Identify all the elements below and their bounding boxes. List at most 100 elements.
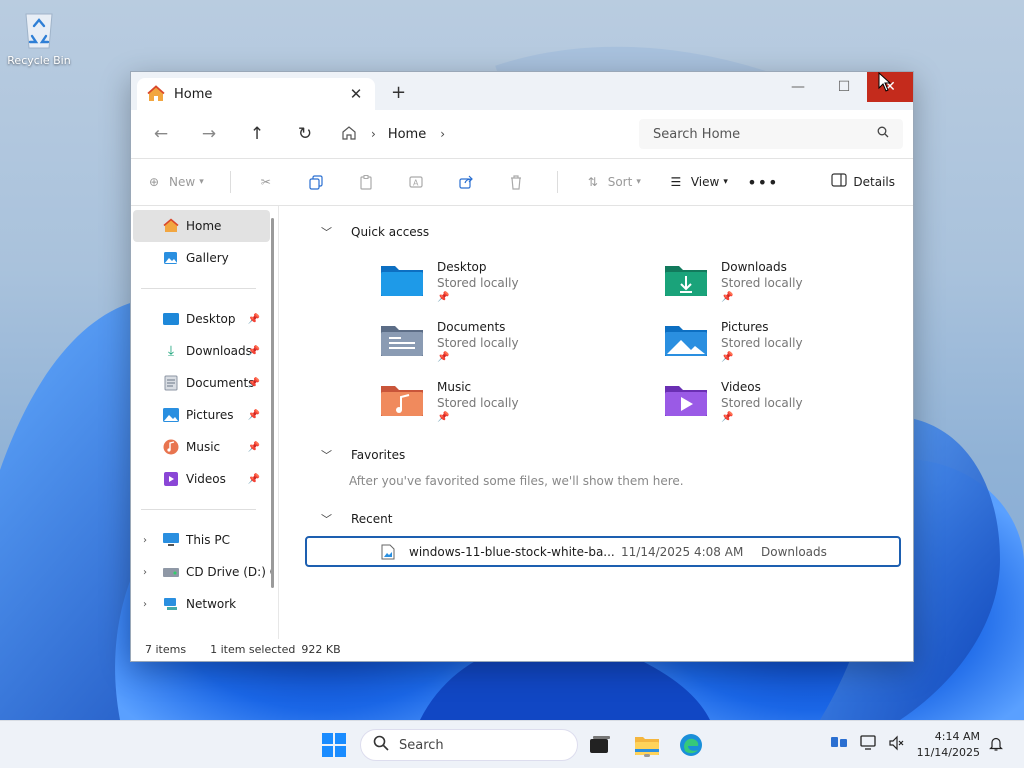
system-clock[interactable]: 4:14 AM 11/14/2025 <box>917 729 980 761</box>
view-button[interactable]: ☰ View ▾ <box>667 173 727 191</box>
sidebar-item-gallery[interactable]: Gallery <box>131 242 278 274</box>
recent-file-row[interactable]: windows-11-blue-stock-white-ba... 11/14/… <box>305 536 901 567</box>
edge-taskbar-button[interactable] <box>677 731 705 759</box>
favorites-header[interactable]: ﹀ Favorites <box>321 447 405 463</box>
sidebar-item-label: Gallery <box>186 251 229 265</box>
details-pane-button[interactable]: Details <box>831 173 895 190</box>
windows-logo-icon <box>322 733 346 757</box>
pictures-folder-icon <box>665 326 707 356</box>
item-status: Stored locally <box>437 336 519 350</box>
recycle-bin-icon <box>20 8 58 50</box>
quick-access-videos[interactable]: Videos Stored locally 📌 <box>663 380 923 432</box>
sidebar-item-this-pc[interactable]: › This PC <box>131 524 278 556</box>
item-count: 7 items <box>145 642 187 656</box>
sidebar-item-pictures[interactable]: Pictures 📌 <box>131 399 278 431</box>
chevron-right-icon[interactable]: › <box>440 127 445 141</box>
forward-button[interactable]: → <box>191 119 227 149</box>
quick-access-desktop[interactable]: Desktop Stored locally 📌 <box>379 260 639 312</box>
running-indicator <box>644 754 650 757</box>
chevron-right-icon[interactable]: › <box>143 535 147 546</box>
sidebar-item-label: Videos <box>186 472 226 486</box>
share-icon <box>457 173 475 191</box>
address-bar[interactable]: › Home › <box>331 119 627 149</box>
image-file-icon <box>381 544 395 559</box>
more-options-button[interactable]: ••• <box>747 173 778 192</box>
sidebar-item-label: Music <box>186 440 221 454</box>
quick-access-downloads[interactable]: Downloads Stored locally 📌 <box>663 260 923 312</box>
sidebar-item-documents[interactable]: Documents 📌 <box>131 367 278 399</box>
pin-icon: 📌 <box>247 441 260 453</box>
tab-home[interactable]: Home ✕ <box>137 78 375 110</box>
view-icon: ☰ <box>670 175 682 189</box>
chevron-right-icon[interactable]: › <box>143 567 147 578</box>
breadcrumb-home[interactable]: Home <box>388 127 426 142</box>
home-icon <box>147 85 165 103</box>
copy-button[interactable] <box>307 173 331 191</box>
sidebar-item-network[interactable]: › Network <box>131 588 278 620</box>
sidebar-item-label: CD Drive (D:) CC <box>186 565 272 579</box>
sidebar-scrollbar[interactable] <box>271 218 274 588</box>
selected-count: 1 item selected <box>210 642 296 656</box>
back-button[interactable]: ← <box>143 119 179 149</box>
item-name: Documents <box>437 320 506 334</box>
download-icon: ⤓ <box>167 343 175 359</box>
sidebar-item-downloads[interactable]: ⤓ Downloads 📌 <box>131 335 278 367</box>
file-date: 11/14/2025 4:08 AM <box>621 544 744 559</box>
rename-icon: A <box>407 173 425 191</box>
close-tab-icon[interactable]: ✕ <box>347 85 365 103</box>
caption-buttons: — ☐ ✕ <box>775 72 913 102</box>
chevron-right-icon: › <box>371 127 376 141</box>
paste-button[interactable] <box>357 173 381 191</box>
sidebar-item-cd-drive[interactable]: › CD Drive (D:) CC <box>131 556 278 588</box>
search-box[interactable]: Search Home <box>639 119 903 149</box>
recent-header[interactable]: ﹀ Recent <box>321 511 392 527</box>
tab-title: Home <box>174 86 213 102</box>
clock-time: 4:14 AM <box>934 730 980 743</box>
notification-bell-icon[interactable] <box>988 736 1004 755</box>
quick-access-documents[interactable]: Documents Stored locally 📌 <box>379 320 639 372</box>
quick-access-music[interactable]: Music Stored locally 📌 <box>379 380 639 432</box>
share-button[interactable] <box>457 173 481 191</box>
quick-access-pictures[interactable]: Pictures Stored locally 📌 <box>663 320 923 372</box>
search-placeholder: Search Home <box>653 126 741 142</box>
item-name: Music <box>437 380 472 394</box>
up-button[interactable]: ↑ <box>239 119 275 149</box>
sidebar-item-label: Home <box>186 219 222 233</box>
clock-date: 11/14/2025 <box>916 746 980 759</box>
rename-button[interactable]: A <box>407 173 431 191</box>
file-explorer-window: Home ✕ + — ☐ ✕ ← → ↑ ↻ › Home › Search H… <box>130 71 914 662</box>
sidebar-item-videos[interactable]: Videos 📌 <box>131 463 278 495</box>
device-icon[interactable] <box>830 735 848 752</box>
sidebar-item-home[interactable]: Home <box>133 210 270 242</box>
maximize-button[interactable]: ☐ <box>821 72 867 102</box>
taskbar-search[interactable]: Search <box>360 729 578 761</box>
explorer-body: Home Gallery Desktop 📌 ⤓ Downloads 📌 Doc… <box>131 206 913 661</box>
file-explorer-taskbar-button[interactable] <box>633 731 661 759</box>
network-status-icon[interactable] <box>860 735 878 754</box>
music-icon <box>163 439 179 455</box>
taskbar: Search 4:14 AM 11/14/2025 <box>0 720 1024 768</box>
status-bar: 7 items 1 item selected 922 KB <box>131 637 913 661</box>
refresh-button[interactable]: ↻ <box>287 119 323 149</box>
task-view-button[interactable] <box>586 731 614 759</box>
quick-access-header[interactable]: ﹀ Quick access <box>321 224 429 240</box>
section-title: Quick access <box>351 225 430 239</box>
delete-button[interactable] <box>507 173 531 191</box>
minimize-button[interactable]: — <box>775 72 821 102</box>
volume-muted-icon[interactable] <box>888 735 904 754</box>
pin-icon: 📌 <box>247 409 260 421</box>
new-button[interactable]: ⊕ New ▾ <box>145 173 204 191</box>
sidebar-item-music[interactable]: Music 📌 <box>131 431 278 463</box>
sidebar-item-desktop[interactable]: Desktop 📌 <box>131 303 278 335</box>
desktop-icon-recycle-bin[interactable]: Recycle Bin <box>6 8 72 67</box>
cut-button[interactable]: ✂ <box>257 173 281 191</box>
chevron-right-icon[interactable]: › <box>143 599 147 610</box>
pin-icon: 📌 <box>437 352 450 363</box>
start-button[interactable] <box>322 733 346 757</box>
new-tab-button[interactable]: + <box>391 82 406 103</box>
command-bar: ⊕ New ▾ ✂ A ⇅ Sort ▾ ☰ View ▾ ••• Detail… <box>131 159 913 206</box>
sort-button[interactable]: ⇅ Sort ▾ <box>584 173 641 191</box>
content-pane: ﹀ Quick access Desktop Stored locally 📌 Do… <box>287 206 913 639</box>
item-status: Stored locally <box>437 396 519 410</box>
sidebar-item-label: Documents <box>186 376 255 390</box>
